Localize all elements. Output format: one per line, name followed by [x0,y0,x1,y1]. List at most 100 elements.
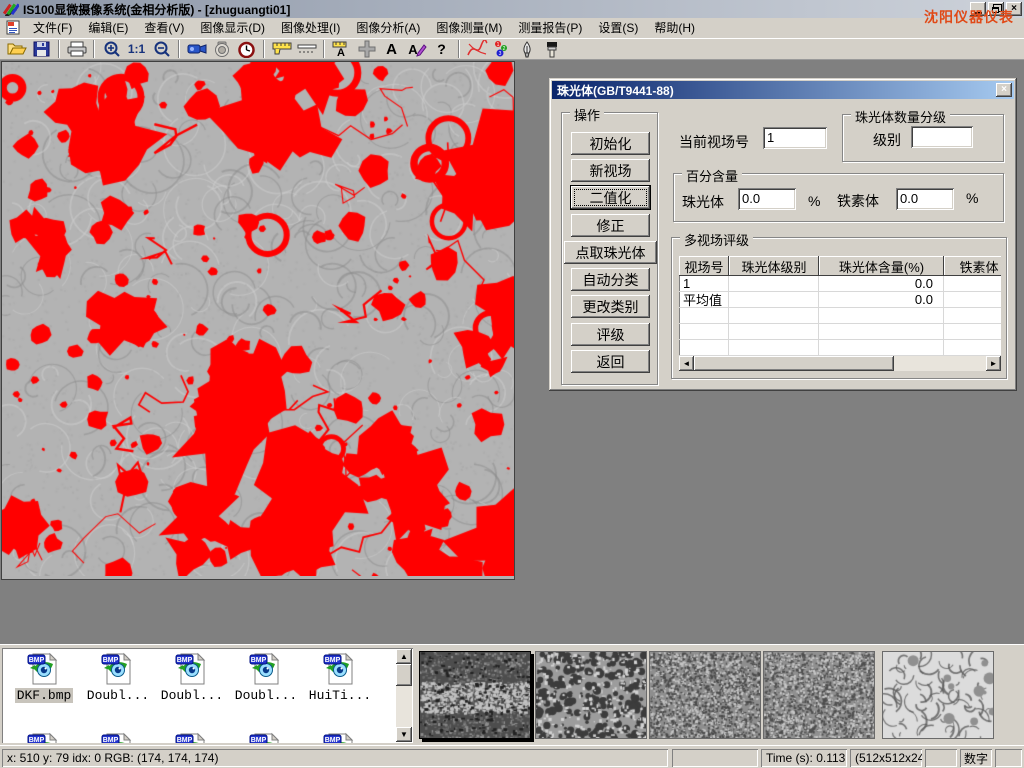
snapshot-button[interactable] [209,39,234,59]
menu-item-image-measure[interactable]: 图像测量(M) [428,17,510,38]
thumbnail-4[interactable] [763,651,875,739]
svg-text:A: A [408,42,418,57]
zoom-out-button[interactable] [149,39,174,59]
scroll-up-arrow[interactable]: ▲ [396,649,412,664]
text-tool-button[interactable]: A [379,39,404,59]
bottom-panel: DKF.bmp Doubl... Doubl... Doubl... HuiTi… [0,644,1024,745]
grade-button[interactable]: 评级 [571,323,650,346]
title-bar[interactable]: IS100显微摄像系统(金相分析版) - [zhuguangti01] × [0,0,1024,18]
table-row[interactable]: 1 0.0 [679,276,1001,292]
caliper-button[interactable] [269,39,294,59]
current-field-input[interactable]: 1 [763,127,827,149]
file-item[interactable] [156,732,228,743]
menu-item-image-analysis[interactable]: 图像分析(A) [348,17,428,38]
classify-dots-button[interactable]: 123 [489,39,514,59]
app-icon [3,2,19,16]
bmp-file-icon [323,652,357,686]
file-item[interactable]: Doubl... [82,652,154,703]
file-item[interactable]: HuiTi... [304,652,376,703]
file-item[interactable]: Doubl... [156,652,228,703]
menu-item-image-process[interactable]: 图像处理(I) [273,17,348,38]
thumbnail-1[interactable] [419,651,531,739]
annotate-tool-button[interactable]: A [404,39,429,59]
timer-button[interactable] [234,39,259,59]
help-button[interactable]: ? [429,39,454,59]
correct-button[interactable]: 修正 [571,214,650,237]
cursor-position-status: x: 510 y: 79 idx: 0 RGB: (174, 174, 174) [2,749,668,767]
menu-item-edit[interactable]: 编辑(E) [80,17,136,38]
svg-text:1: 1 [496,42,499,48]
thumbnail-5[interactable] [882,651,994,739]
file-item[interactable] [230,732,302,743]
measure-label-button[interactable]: A [329,39,354,59]
scroll-right-arrow[interactable]: ► [986,356,1001,371]
file-item[interactable]: DKF.bmp [8,652,80,703]
application-window: IS100显微摄像系统(金相分析版) - [zhuguangti01] × 沈阳… [0,0,1024,768]
thumbnail-2[interactable] [535,651,647,739]
menu-item-report[interactable]: 测量报告(P) [510,17,590,38]
micrograph-window[interactable] [1,61,515,580]
zoom-actual-button[interactable]: 1:1 [124,39,149,59]
menu-item-view[interactable]: 查看(V) [136,17,192,38]
video-capture-button[interactable] [184,39,209,59]
grading-table: 视场号 珠光体级别 珠光体含量(%) 铁素体 1 0.0 平均值 [679,256,1001,371]
bmp-file-icon [323,732,357,743]
bmp-file-icon [249,652,283,686]
resolution-status: (512x512x24) [850,749,922,767]
return-button[interactable]: 返回 [571,350,650,373]
pearlite-dialog: 珠光体(GB/T9441-88) × 操作 初始化 新视场 二值化 修正 点取珠… [549,78,1017,391]
ruler-button[interactable] [294,39,319,59]
dialog-close-button[interactable]: × [996,83,1012,97]
pick-pearlite-button[interactable]: 点取珠光体 [564,241,657,264]
level-label: 级别 [873,130,901,150]
level-input[interactable] [911,126,973,148]
auto-classify-button[interactable]: 自动分类 [571,268,650,291]
file-name: Doubl... [233,688,299,703]
zoom-in-button[interactable] [99,39,124,59]
thumbnail-3[interactable] [649,651,761,739]
bmp-file-icon [27,652,61,686]
file-list: DKF.bmp Doubl... Doubl... Doubl... HuiTi… [2,648,413,743]
menu-item-settings[interactable]: 设置(S) [590,17,646,38]
file-list-scrollbar[interactable]: ▲ ▼ [396,649,412,742]
brush-tool-button[interactable] [539,39,564,59]
status-bar: x: 510 y: 79 idx: 0 RGB: (174, 174, 174)… [0,745,1024,768]
menu-item-file[interactable]: 文件(F) [25,17,80,38]
ferrite-label: 铁素体 [837,191,879,211]
ferrite-percent-input[interactable]: 0.0 [896,188,954,210]
new-field-button[interactable]: 新视场 [571,159,650,182]
col-field-number[interactable]: 视场号 [679,256,729,276]
dialog-title-bar[interactable]: 珠光体(GB/T9441-88) × [552,81,1014,99]
menu-item-image-display[interactable]: 图像显示(D) [192,17,273,38]
micrograph-canvas[interactable] [2,62,514,576]
open-file-button[interactable] [4,39,29,59]
change-class-button[interactable]: 更改类别 [571,295,650,318]
initialize-button[interactable]: 初始化 [571,132,650,155]
menu-item-help[interactable]: 帮助(H) [646,17,703,38]
col-ferrite[interactable]: 铁素体 [944,256,1001,276]
file-item[interactable] [8,732,80,743]
file-item[interactable]: Doubl... [230,652,302,703]
file-item[interactable] [304,732,376,743]
save-button[interactable] [29,39,54,59]
print-button[interactable] [64,39,89,59]
scroll-left-arrow[interactable]: ◄ [679,356,694,371]
pen-tool-button[interactable] [514,39,539,59]
pearlite-percent-input[interactable]: 0.0 [738,188,796,210]
scroll-thumb[interactable] [396,664,412,686]
col-pearlite-level[interactable]: 珠光体级别 [729,256,819,276]
table-hscrollbar[interactable]: ◄ ► [679,356,1001,371]
scroll-down-arrow[interactable]: ▼ [396,727,412,742]
file-name: Doubl... [85,688,151,703]
file-name: HuiTi... [307,688,373,703]
move-tool-button[interactable] [354,39,379,59]
file-item[interactable] [82,732,154,743]
col-pearlite-content[interactable]: 珠光体含量(%) [819,256,944,276]
scroll-thumb[interactable] [694,356,894,371]
vendor-watermark: 沈阳仪器仪表 [924,7,1014,27]
table-row[interactable]: 平均值 0.0 [679,292,1001,308]
curve-tool-button[interactable] [464,39,489,59]
bmp-file-icon [101,652,135,686]
document-icon[interactable] [5,20,21,35]
binarize-button[interactable]: 二值化 [571,186,650,209]
